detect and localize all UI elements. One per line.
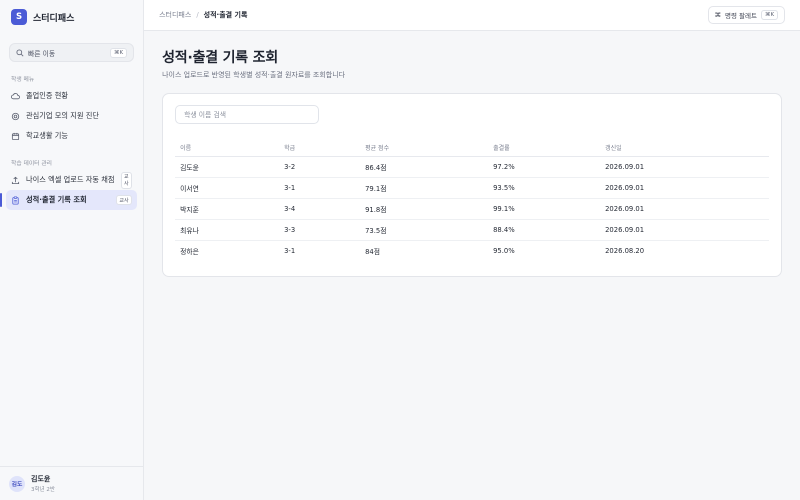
table-row[interactable]: 정하은 3-1 84점 95.0% 2026.08.20: [175, 240, 769, 261]
topbar: 스터디패스 / 성적·출결 기록 ⌘ 명령 팔레트 ⌘K: [144, 0, 800, 31]
section-title-data: 학습 데이터 관리: [11, 161, 53, 167]
cell-attendance: 99.1%: [488, 198, 601, 220]
cell-class: 3-2: [279, 156, 361, 178]
content: 성적·출결 기록 조회 나이스 업로드로 반영된 학생별 성적·출결 원자료를 …: [144, 31, 800, 293]
cell-class: 3-1: [284, 246, 296, 255]
sidebar-item-company-diagnosis[interactable]: 관심기업 모의 지원 진단: [6, 106, 137, 126]
avatar: 김도: [9, 475, 25, 492]
cell-updated: 2026.08.20: [605, 246, 645, 255]
cell-class: 3-3: [279, 219, 361, 241]
command-palette-shortcut: ⌘K: [761, 10, 779, 20]
cell-updated: 2026.09.01: [600, 177, 770, 199]
sidebar-item-graduation[interactable]: 졸업인증 현황: [6, 86, 137, 106]
quick-search-shortcut: ⌘K: [110, 47, 128, 58]
clipboard-icon: [11, 196, 20, 205]
section-title-student: 학생 메뉴: [11, 77, 35, 83]
student-search-input[interactable]: [175, 105, 320, 124]
records-card: 이름 학급 평균 점수 출결률 갱신일 김도윤 3-2 86.4점 97.2%: [162, 93, 783, 277]
cell-average: 84점: [365, 247, 381, 256]
sidebar-item-school-life[interactable]: 학교생활 기능: [6, 126, 137, 146]
cell-average: 86.4점: [360, 156, 489, 178]
main-area: 스터디패스 / 성적·출결 기록 ⌘ 명령 팔레트 ⌘K 성적·출결 기록 조회…: [144, 0, 800, 500]
column-header-average[interactable]: 평균 점수: [360, 139, 489, 157]
table-row[interactable]: 최유나 3-3 73.5점 88.4% 2026.09.01: [175, 219, 770, 241]
command-icon: ⌘: [714, 11, 722, 19]
cell-average: 73.5점: [360, 219, 489, 241]
cell-attendance: 95.0%: [493, 246, 515, 255]
brand-name: 스터디패스: [33, 13, 75, 24]
user-name: 김도윤: [31, 475, 51, 483]
breadcrumb: 스터디패스 / 성적·출결 기록: [159, 10, 247, 20]
command-palette-button[interactable]: ⌘ 명령 팔레트 ⌘K: [707, 6, 786, 24]
table-row[interactable]: 박지훈 3-4 91.8점 99.1% 2026.09.01: [175, 198, 770, 220]
search-icon: [16, 48, 24, 57]
teacher-badge: 교사: [115, 195, 133, 205]
sidebar: S 스터디패스 빠른 이동 ⌘K 학생 메뉴 졸업인증 현황 관심기업 모의 지…: [0, 0, 145, 500]
cell-name: 정하은: [180, 247, 199, 256]
cloud-icon: [11, 92, 20, 101]
cell-average: 79.1점: [360, 177, 489, 199]
page-title: 성적·출결 기록 조회: [162, 50, 279, 66]
column-header-updated[interactable]: 갱신일: [600, 139, 770, 157]
cell-attendance: 88.4%: [488, 219, 601, 241]
user-profile[interactable]: 김도 김도윤 3학년 2반: [0, 466, 144, 500]
breadcrumb-current: 성적·출결 기록: [203, 11, 248, 19]
column-header-class[interactable]: 학급: [279, 139, 361, 157]
cell-name: 박지훈: [175, 198, 280, 220]
sidebar-item-label: 성적·출결 기록 조회: [26, 195, 87, 204]
records-table: 이름 학급 평균 점수 출결률 갱신일 김도윤 3-2 86.4점 97.2%: [175, 139, 770, 261]
upload-icon: [11, 176, 20, 185]
brand[interactable]: S 스터디패스: [0, 0, 143, 34]
cell-class: 3-1: [279, 177, 361, 199]
sidebar-item-label: 나이스 엑셀 업로드 자동 채점: [26, 175, 115, 184]
sidebar-item-records[interactable]: 성적·출결 기록 조회 교사: [0, 190, 138, 210]
target-icon: [11, 112, 20, 121]
cell-name: 김도윤: [175, 156, 280, 178]
user-meta: 3학년 2반: [31, 487, 55, 493]
table-header-row: 이름 학급 평균 점수 출결률 갱신일: [175, 139, 770, 157]
sidebar-item-label: 학교생활 기능: [26, 131, 68, 140]
sidebar-item-label: 졸업인증 현황: [26, 91, 68, 100]
cell-name: 이서연: [175, 177, 280, 199]
column-header-attendance[interactable]: 출결률: [488, 139, 601, 157]
command-palette-label: 명령 팔레트: [725, 12, 757, 20]
quick-search-button[interactable]: 빠른 이동 ⌘K: [9, 43, 135, 62]
cell-name: 최유나: [175, 219, 280, 241]
cell-attendance: 93.5%: [488, 177, 601, 199]
cell-average: 91.8점: [360, 198, 489, 220]
calendar-icon: [11, 132, 20, 141]
cell-updated: 2026.09.01: [600, 156, 770, 178]
table-row[interactable]: 이서연 3-1 79.1점 93.5% 2026.09.01: [175, 177, 770, 199]
cell-updated: 2026.09.01: [600, 219, 770, 241]
teacher-badge: 교사: [120, 171, 133, 189]
breadcrumb-separator: /: [196, 11, 199, 19]
cell-updated: 2026.09.01: [600, 198, 770, 220]
sidebar-item-neis-upload[interactable]: 나이스 엑셀 업로드 자동 채점 교사: [6, 170, 137, 190]
breadcrumb-home[interactable]: 스터디패스: [159, 10, 191, 20]
cell-attendance: 97.2%: [488, 156, 601, 178]
page-subtitle: 나이스 업로드로 반영된 학생별 성적·출결 원자료를 조회합니다: [162, 71, 346, 79]
quick-search-label: 빠른 이동: [28, 49, 56, 58]
table-row[interactable]: 김도윤 3-2 86.4점 97.2% 2026.09.01: [175, 156, 770, 178]
sidebar-item-label: 관심기업 모의 지원 진단: [26, 111, 99, 120]
app-root: S 스터디패스 빠른 이동 ⌘K 학생 메뉴 졸업인증 현황 관심기업 모의 지…: [0, 0, 800, 500]
cell-class: 3-4: [279, 198, 361, 220]
brand-logo: S: [11, 9, 27, 25]
column-header-name[interactable]: 이름: [175, 139, 280, 157]
